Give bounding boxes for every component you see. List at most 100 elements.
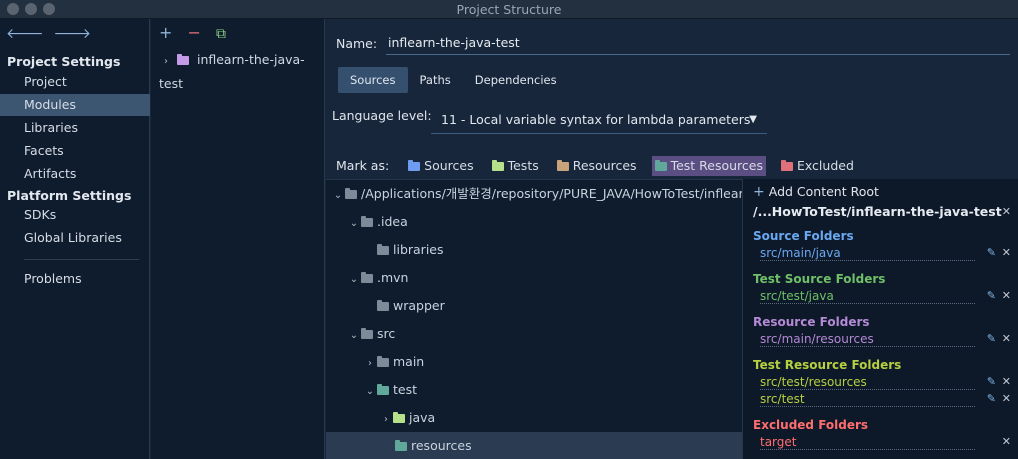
excluded-folders-title: Excluded Folders bbox=[753, 418, 869, 432]
add-module-button[interactable]: + bbox=[159, 23, 172, 42]
window-title: Project Structure bbox=[456, 2, 562, 17]
mark-sources-label: Sources bbox=[424, 158, 474, 173]
test-resources-folder-icon bbox=[395, 440, 407, 451]
tab-sources[interactable]: Sources bbox=[338, 67, 408, 93]
tree-row-idea[interactable]: ⌄ .idea bbox=[326, 208, 742, 236]
tree-row-label: /Applications/개발환경/repository/PURE_JAVA/… bbox=[361, 186, 742, 201]
tree-row-src[interactable]: ⌄ src bbox=[326, 320, 742, 348]
chevron-down-icon[interactable]: ⌄ bbox=[347, 266, 361, 294]
test-source-folder-icon bbox=[393, 412, 405, 423]
chevron-down-icon[interactable]: ⌄ bbox=[331, 182, 345, 210]
project-settings-header: Project Settings bbox=[7, 54, 121, 69]
test-source-folder-path[interactable]: src/test/java bbox=[760, 289, 975, 304]
chevron-right-icon[interactable]: › bbox=[159, 51, 173, 73]
test-resource-folder-path[interactable]: src/test bbox=[760, 392, 975, 407]
excluded-folder-icon bbox=[780, 160, 793, 171]
nav-arrows: 🡐 🡒 bbox=[6, 25, 101, 42]
test-resource-folder-path[interactable]: src/test/resources bbox=[760, 375, 975, 390]
mark-tests-button[interactable]: Tests bbox=[489, 156, 542, 176]
tree-row-main[interactable]: › main bbox=[326, 348, 742, 376]
mark-resources-button[interactable]: Resources bbox=[554, 156, 640, 176]
tab-paths[interactable]: Paths bbox=[408, 67, 463, 93]
forward-arrow-icon[interactable]: 🡒 bbox=[54, 26, 92, 42]
remove-module-button[interactable]: − bbox=[188, 23, 201, 42]
sidebar-item-global-libraries[interactable]: Global Libraries bbox=[0, 227, 150, 249]
remove-content-root-icon[interactable]: ✕ bbox=[1002, 205, 1011, 218]
tree-row-java[interactable]: › java bbox=[326, 404, 742, 432]
excluded-folder-path[interactable]: target bbox=[760, 435, 975, 450]
sidebar-item-artifacts[interactable]: Artifacts bbox=[0, 163, 150, 185]
copy-module-button[interactable]: ⧉ bbox=[216, 26, 226, 42]
chevron-down-icon[interactable]: ⌄ bbox=[363, 378, 377, 406]
test-folder-icon bbox=[377, 384, 389, 395]
language-level-select[interactable]: 11 - Local variable syntax for lambda pa… bbox=[431, 108, 767, 134]
sidebar-item-libraries[interactable]: Libraries bbox=[0, 117, 150, 139]
folder-icon bbox=[377, 244, 389, 255]
remove-folder-icon[interactable]: ✕ bbox=[1002, 435, 1011, 448]
test-resource-folders-title: Test Resource Folders bbox=[753, 358, 902, 372]
tree-row-label: .idea bbox=[377, 214, 408, 229]
tree-row-root[interactable]: ⌄ /Applications/개발환경/repository/PURE_JAVA… bbox=[326, 180, 742, 208]
title-bar: Project Structure bbox=[0, 0, 1018, 19]
chevron-right-icon[interactable]: › bbox=[363, 350, 377, 378]
resource-folder-path[interactable]: src/main/resources bbox=[760, 332, 975, 347]
remove-folder-icon[interactable]: ✕ bbox=[1002, 392, 1011, 405]
remove-folder-icon[interactable]: ✕ bbox=[1002, 375, 1011, 388]
test-source-folders-title: Test Source Folders bbox=[753, 272, 886, 286]
tree-row-label: java bbox=[409, 410, 436, 425]
tree-row-label: wrapper bbox=[393, 298, 445, 313]
dropdown-caret-icon: ▼ bbox=[749, 114, 757, 125]
add-content-root-button[interactable]: + Add Content Root bbox=[753, 184, 879, 200]
tree-row-test[interactable]: ⌄ test bbox=[326, 376, 742, 404]
modules-toolbar: + − ⧉ bbox=[159, 23, 236, 42]
module-folder-icon bbox=[176, 54, 189, 65]
tree-row-label: resources bbox=[411, 438, 472, 453]
edit-pencil-icon[interactable]: ✎ bbox=[987, 289, 996, 302]
sidebar-item-project[interactable]: Project bbox=[0, 71, 150, 93]
content-root-path: /...HowToTest/inflearn-the-java-test bbox=[753, 204, 1002, 219]
sidebar-item-problems[interactable]: Problems bbox=[0, 268, 150, 290]
module-tree-item[interactable]: › inflearn-the-java-test bbox=[151, 49, 325, 91]
module-name-input[interactable] bbox=[386, 31, 1010, 55]
chevron-down-icon[interactable]: ⌄ bbox=[347, 322, 361, 350]
back-arrow-icon[interactable]: 🡐 bbox=[6, 26, 44, 42]
mark-excluded-button[interactable]: Excluded bbox=[778, 156, 857, 176]
tree-row-wrapper[interactable]: wrapper bbox=[326, 292, 742, 320]
remove-folder-icon[interactable]: ✕ bbox=[1002, 332, 1011, 345]
folder-icon bbox=[361, 328, 373, 339]
mark-test-resources-button[interactable]: Test Resources bbox=[651, 156, 766, 176]
mark-tests-label: Tests bbox=[507, 158, 539, 173]
resources-folder-icon bbox=[556, 160, 569, 171]
sidebar-item-modules[interactable]: Modules bbox=[0, 94, 150, 116]
chevron-right-icon[interactable]: › bbox=[379, 406, 393, 434]
source-folder-path[interactable]: src/main/java bbox=[760, 246, 975, 261]
tab-dependencies[interactable]: Dependencies bbox=[463, 67, 569, 93]
folder-icon bbox=[345, 188, 357, 199]
modules-panel: + − ⧉ › inflearn-the-java-test bbox=[151, 19, 325, 459]
tree-row-mvn[interactable]: ⌄ .mvn bbox=[326, 264, 742, 292]
edit-pencil-icon[interactable]: ✎ bbox=[987, 392, 996, 405]
tests-folder-icon bbox=[491, 160, 504, 171]
remove-folder-icon[interactable]: ✕ bbox=[1002, 289, 1011, 302]
sidebar-item-sdks[interactable]: SDKs bbox=[0, 204, 150, 226]
folder-tree: ⌄/Applications/개발환경/repository/PURE_JAVA… bbox=[326, 179, 742, 459]
tree-row-label: .mvn bbox=[377, 270, 409, 285]
mark-sources-button[interactable]: Sources bbox=[405, 156, 476, 176]
edit-pencil-icon[interactable]: ✎ bbox=[987, 375, 996, 388]
sidebar-divider bbox=[24, 259, 139, 260]
sidebar-item-facets[interactable]: Facets bbox=[0, 140, 150, 162]
tree-row-resources[interactable]: resources bbox=[326, 432, 742, 459]
edit-pencil-icon[interactable]: ✎ bbox=[987, 332, 996, 345]
mark-excluded-label: Excluded bbox=[796, 158, 854, 173]
platform-settings-header: Platform Settings bbox=[7, 188, 132, 203]
edit-pencil-icon[interactable]: ✎ bbox=[987, 246, 996, 259]
language-level-label: Language level: bbox=[332, 108, 432, 123]
remove-folder-icon[interactable]: ✕ bbox=[1002, 246, 1011, 259]
source-folders-title: Source Folders bbox=[753, 229, 854, 243]
tree-row-label: main bbox=[393, 354, 425, 369]
content-roots-panel: + Add Content Root /...HowToTest/inflearn… bbox=[742, 179, 1018, 459]
tree-row-label: test bbox=[393, 382, 418, 397]
chevron-down-icon[interactable]: ⌄ bbox=[347, 210, 361, 238]
tree-row-label: libraries bbox=[393, 242, 444, 257]
tree-row-libraries[interactable]: libraries bbox=[326, 236, 742, 264]
